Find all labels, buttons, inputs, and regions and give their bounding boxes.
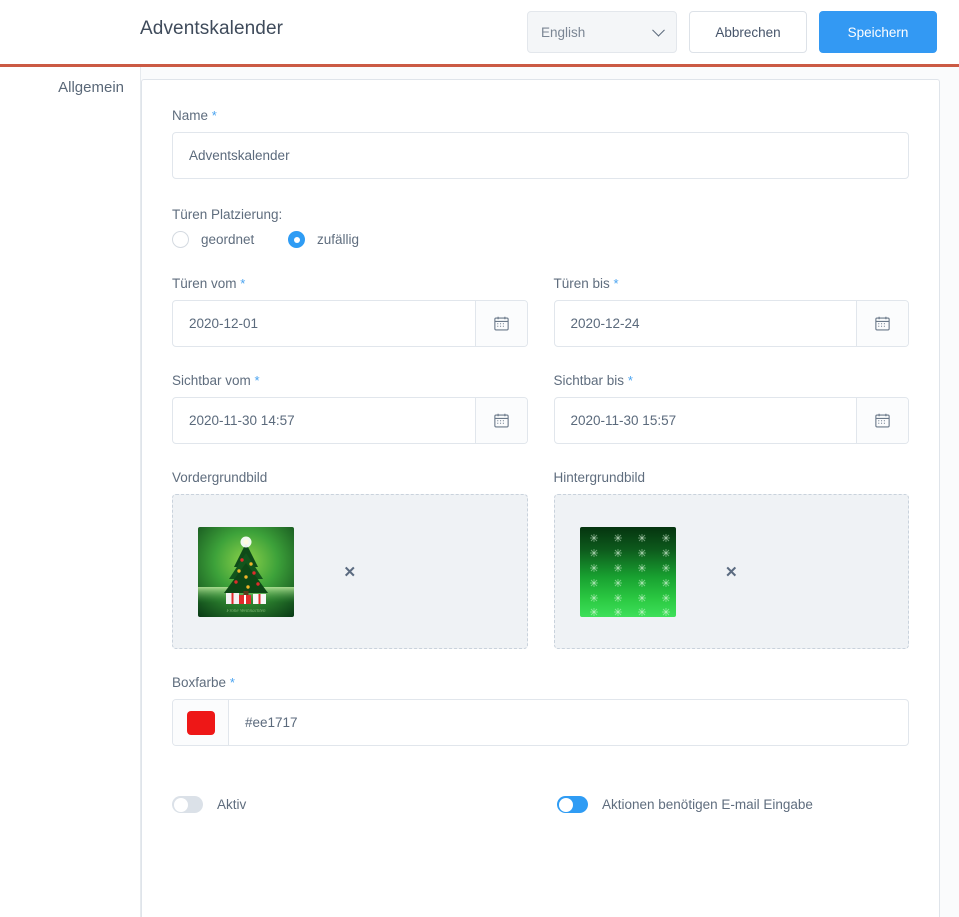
required-marker: *: [254, 373, 260, 388]
visible-to-input-group[interactable]: 2020-11-30 15:57: [553, 397, 909, 444]
visible-from-input-group[interactable]: 2020-11-30 14:57: [172, 397, 528, 444]
placement-label: Türen Platzierung:: [172, 207, 283, 222]
name-input[interactable]: Adventskalender: [172, 132, 909, 179]
doors-from-label-text: Türen vom: [172, 276, 237, 291]
placement-radio-group: geordnet zufällig: [172, 231, 909, 248]
foreground-image-dropzone[interactable]: Frohe Weihnachten ✕: [172, 494, 528, 649]
color-swatch: [186, 710, 215, 735]
background-image-remove-wrap: ✕: [555, 563, 909, 581]
required-marker: *: [229, 675, 235, 690]
background-image-field: Hintergrundbild ✕: [553, 470, 909, 649]
name-label-text: Name: [172, 108, 209, 123]
visible-to-label: Sichtbar bis *: [554, 373, 910, 388]
box-color-input-group[interactable]: #ee1717: [172, 699, 909, 746]
svg-text:Frohe Weihnachten: Frohe Weihnachten: [226, 609, 266, 614]
visible-from-label: Sichtbar vom *: [172, 373, 528, 388]
sidebar: Allgemein: [0, 67, 141, 917]
visible-from-label-text: Sichtbar vom: [172, 373, 251, 388]
close-icon[interactable]: ✕: [725, 564, 738, 581]
visible-to-value: 2020-11-30 15:57: [570, 413, 677, 428]
calendar-icon[interactable]: [856, 301, 908, 346]
radio-zufaellig-indicator: [288, 231, 305, 248]
name-input-value: Adventskalender: [189, 148, 290, 163]
visible-to-label-text: Sichtbar bis: [553, 373, 625, 388]
close-icon[interactable]: ✕: [343, 564, 356, 581]
toggle-row: Aktiv Aktionen benötigen E-mail Eingabe: [172, 796, 909, 813]
save-button[interactable]: Speichern: [819, 11, 937, 53]
doors-to-value: 2020-12-24: [570, 316, 640, 331]
settings-card: Name * Adventskalender Türen Platzierung…: [141, 79, 940, 917]
required-marker: *: [211, 108, 217, 123]
radio-geordnet-label: geordnet: [201, 232, 255, 247]
required-marker: *: [240, 276, 246, 291]
page-body: Allgemein Name * Adventskalender Türen P…: [0, 67, 959, 917]
background-image-dropzone[interactable]: ✕: [553, 494, 909, 649]
doors-to-label: Türen bis *: [554, 276, 910, 291]
foreground-image-field: Vordergrundbild Frohe Weihnachten ✕: [172, 470, 528, 649]
cancel-button[interactable]: Abbrechen: [689, 11, 807, 53]
calendar-icon[interactable]: [474, 398, 527, 443]
page-header: Adventskalender English Abbrechen Speich…: [0, 0, 959, 64]
language-select-value: English: [541, 24, 586, 40]
email-required-toggle-label: Aktionen benötigen E-mail Eingabe: [602, 797, 813, 812]
box-color-value: #ee1717: [245, 715, 298, 730]
language-select[interactable]: English: [527, 11, 677, 53]
doors-to-field: Türen bis * 2020-12-24: [553, 276, 910, 347]
doors-from-input-group[interactable]: 2020-12-01: [172, 300, 528, 347]
radio-zufaellig[interactable]: zufällig: [288, 231, 359, 248]
color-swatch-button[interactable]: [173, 700, 229, 745]
visible-from-field: Sichtbar vom * 2020-11-30 14:57: [172, 373, 528, 444]
radio-geordnet[interactable]: geordnet: [172, 231, 288, 248]
required-marker: *: [627, 373, 633, 388]
foreground-image-label: Vordergrundbild: [172, 470, 268, 485]
page-title: Adventskalender: [140, 18, 284, 39]
email-required-toggle-wrap[interactable]: Aktionen benötigen E-mail Eingabe: [557, 796, 813, 813]
required-marker: *: [613, 276, 619, 291]
header-actions: English Abbrechen Speichern: [527, 11, 937, 53]
aktiv-toggle-label: Aktiv: [217, 797, 247, 812]
aktiv-toggle[interactable]: [172, 796, 203, 813]
box-color-field: Boxfarbe * #ee1717: [172, 675, 909, 746]
sidebar-item-allgemein[interactable]: Allgemein: [58, 79, 124, 96]
doors-from-label: Türen vom *: [172, 276, 528, 291]
visible-from-value: 2020-11-30 14:57: [189, 413, 295, 428]
calendar-icon[interactable]: [856, 398, 908, 443]
box-color-label-text: Boxfarbe: [172, 675, 227, 690]
calendar-icon[interactable]: [474, 301, 527, 346]
doors-from-value: 2020-12-01: [189, 316, 259, 331]
content-area: Name * Adventskalender Türen Platzierung…: [141, 67, 959, 917]
visible-to-field: Sichtbar bis * 2020-11-30 15:57: [553, 373, 910, 444]
radio-geordnet-indicator: [172, 231, 189, 248]
doors-to-input-group[interactable]: 2020-12-24: [553, 300, 909, 347]
name-label: Name *: [172, 108, 909, 123]
advent-calendar-settings-page: Adventskalender English Abbrechen Speich…: [0, 0, 959, 917]
doors-to-label-text: Türen bis: [553, 276, 610, 291]
doors-from-field: Türen vom * 2020-12-01: [172, 276, 528, 347]
aktiv-toggle-wrap[interactable]: Aktiv: [172, 796, 557, 813]
radio-zufaellig-label: zufällig: [317, 232, 360, 247]
box-color-label: Boxfarbe *: [172, 675, 909, 690]
chevron-down-icon: [652, 23, 665, 37]
email-required-toggle[interactable]: [557, 796, 588, 813]
foreground-image-remove-wrap: ✕: [173, 563, 527, 581]
background-image-label: Hintergrundbild: [553, 470, 646, 485]
